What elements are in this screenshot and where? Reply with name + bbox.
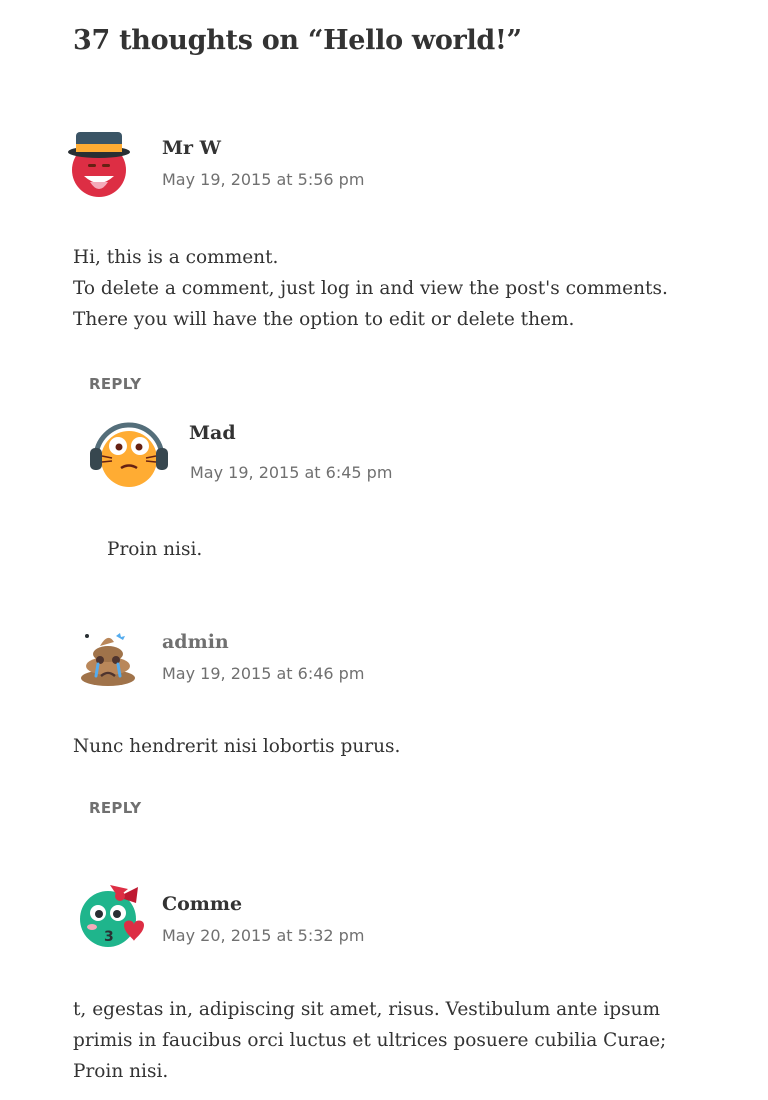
comment-text-line: Hi, this is a comment. xyxy=(73,247,279,268)
comment-author: Mr W xyxy=(162,137,221,159)
comment-text-line: t, egestas in, adipiscing sit amet, risu… xyxy=(73,999,667,1082)
comment-author: Comme xyxy=(162,893,243,915)
avatar xyxy=(88,420,170,490)
crying-poop-icon xyxy=(81,633,135,686)
comment-text-line: Nunc hendrerit nisi lobortis purus. xyxy=(73,736,401,757)
avatar xyxy=(68,130,132,202)
reply-button[interactable]: REPLY xyxy=(89,375,141,393)
comment-author-link[interactable]: admin xyxy=(162,631,229,653)
comment-body: t, egestas in, adipiscing sit amet, risu… xyxy=(73,994,713,1087)
avatar xyxy=(78,630,138,688)
red-face-top-hat-icon xyxy=(68,132,130,197)
comment-text-line: To delete a comment, just log in and vie… xyxy=(73,278,668,330)
comment-date-link[interactable]: May 19, 2015 at 6:45 pm xyxy=(190,463,392,482)
comment-date-link[interactable]: May 19, 2015 at 5:56 pm xyxy=(162,170,364,189)
svg-text:3: 3 xyxy=(104,929,114,945)
comment-date-link[interactable]: May 20, 2015 at 5:32 pm xyxy=(162,926,364,945)
comment-body: Hi, this is a comment. To delete a comme… xyxy=(73,242,713,335)
avatar: 3 xyxy=(78,885,148,951)
comment-body: Proin nisi. xyxy=(107,534,707,565)
reply-button[interactable]: REPLY xyxy=(89,799,141,817)
comment-text-line: Proin nisi. xyxy=(107,539,203,560)
comment-author: Mad xyxy=(189,422,236,444)
comment-body: Nunc hendrerit nisi lobortis purus. xyxy=(73,731,713,762)
cat-headphones-icon xyxy=(90,422,168,487)
comments-title: 37 thoughts on “Hello world!” xyxy=(73,25,522,56)
comment-date-link[interactable]: May 19, 2015 at 6:46 pm xyxy=(162,664,364,683)
kissing-bow-face-icon: 3 xyxy=(80,885,144,947)
